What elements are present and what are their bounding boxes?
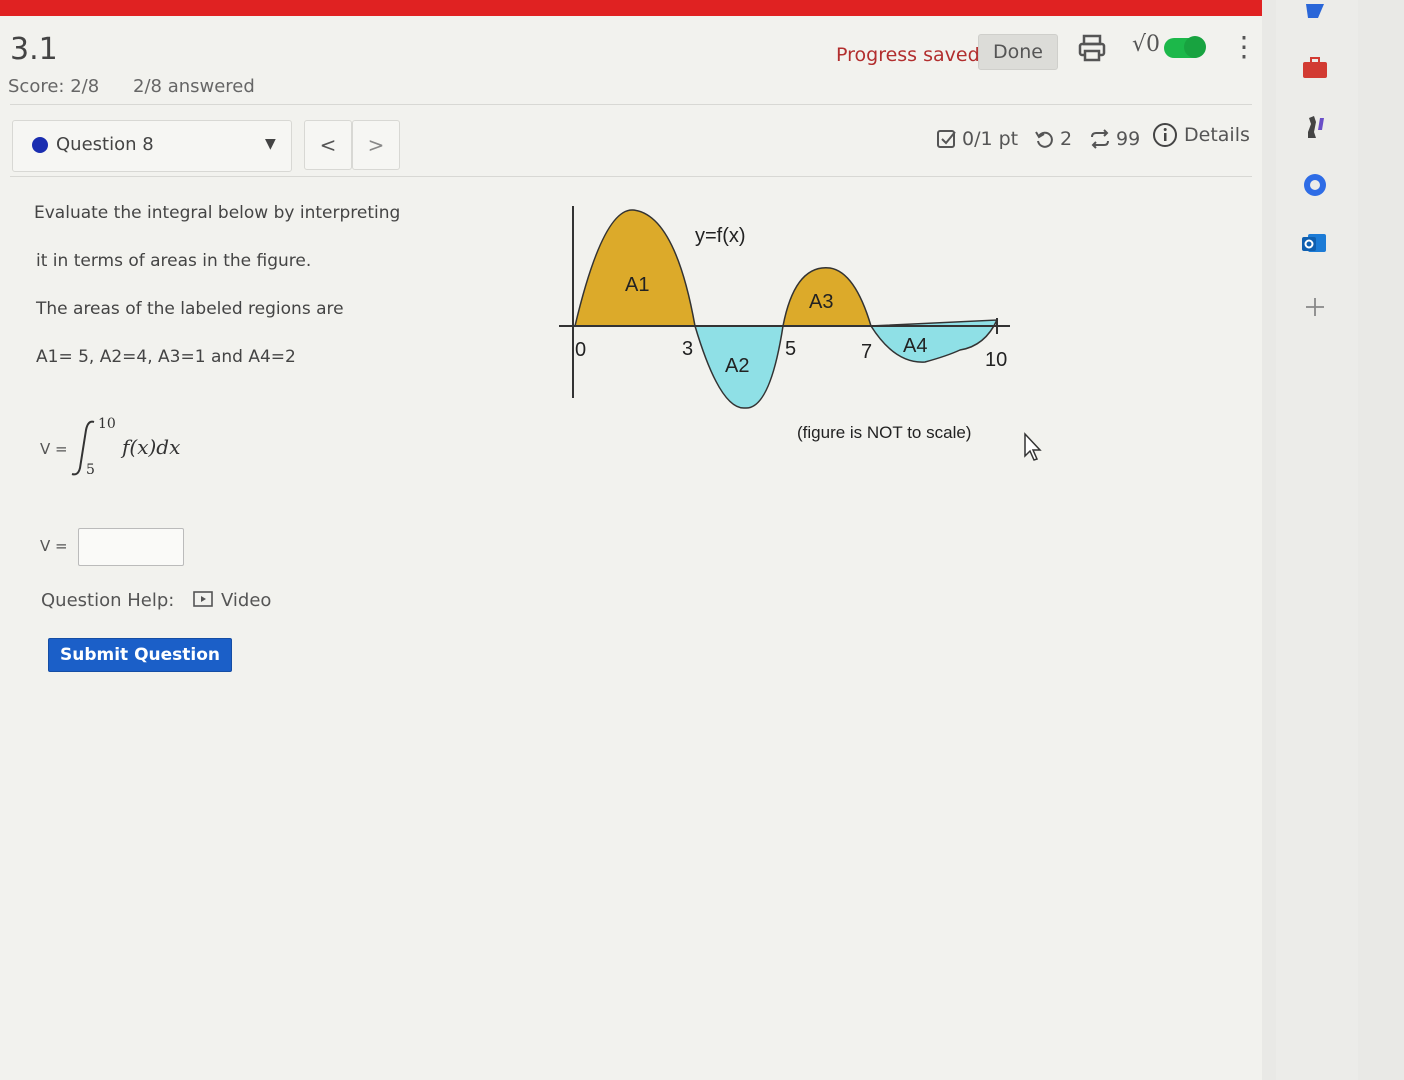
area-figure: y=f(x) A1 A2 A3 A4 0 3 5 7 10 (figure is… bbox=[559, 206, 1010, 442]
answer-label: V = bbox=[40, 537, 68, 555]
region-label-a1: A1 bbox=[625, 274, 649, 296]
info-icon bbox=[1153, 123, 1177, 147]
math-entry-label: √0 bbox=[1132, 32, 1161, 57]
details-label: Details bbox=[1184, 124, 1250, 146]
retries-indicator: 2 bbox=[1034, 128, 1072, 150]
repeat-icon bbox=[1091, 129, 1109, 149]
integrand: f(x)dx bbox=[120, 435, 180, 459]
question-selector-label: Question 8 bbox=[56, 134, 154, 155]
video-icon[interactable] bbox=[193, 591, 213, 607]
next-question-button[interactable]: > bbox=[352, 120, 400, 170]
points-text: 0/1 pt bbox=[962, 128, 1019, 150]
caret-down-icon: ▼ bbox=[265, 136, 276, 152]
copilot-icon[interactable] bbox=[1298, 0, 1332, 34]
x-tick-label: 3 bbox=[682, 338, 693, 360]
answer-input[interactable] bbox=[78, 528, 184, 566]
previous-question-button[interactable]: < bbox=[304, 120, 352, 170]
question-text: Evaluate the integral below by interpret… bbox=[34, 203, 401, 223]
region-label-a3: A3 bbox=[809, 291, 833, 313]
submit-question-button[interactable]: Submit Question bbox=[48, 638, 232, 672]
integral-prefix: V = bbox=[40, 440, 68, 458]
checkbox-icon bbox=[937, 130, 956, 148]
toggle-knob[interactable] bbox=[1184, 36, 1206, 58]
divider bbox=[10, 176, 1252, 177]
retry-icon bbox=[1035, 131, 1053, 148]
region-label-a4: A4 bbox=[903, 335, 927, 357]
x-tick-label: 0 bbox=[575, 339, 586, 361]
toolbox-icon[interactable] bbox=[1298, 52, 1332, 86]
top-accent-bar bbox=[0, 0, 1276, 16]
outlook-icon[interactable] bbox=[1298, 226, 1332, 260]
curve-label: y=f(x) bbox=[695, 225, 746, 247]
video-link[interactable]: Video bbox=[221, 590, 271, 611]
more-options-icon[interactable]: ⋮ bbox=[1230, 30, 1258, 63]
chess-icon[interactable] bbox=[1298, 110, 1332, 144]
attempts-count: 99 bbox=[1116, 128, 1141, 150]
assignment-title: 3.1 bbox=[10, 32, 58, 67]
figure-note: (figure is NOT to scale) bbox=[797, 423, 971, 442]
score-text: Score: 2/8 bbox=[8, 76, 100, 97]
print-icon[interactable] bbox=[1076, 32, 1108, 64]
microsoft-365-icon[interactable] bbox=[1298, 168, 1332, 202]
x-tick-label: 10 bbox=[985, 349, 1007, 371]
details-button[interactable]: Details bbox=[1152, 122, 1250, 148]
done-button[interactable]: Done bbox=[978, 34, 1058, 70]
question-text: The areas of the labeled regions are bbox=[36, 299, 344, 319]
region-label-a2: A2 bbox=[725, 355, 749, 377]
x-tick-label: 7 bbox=[861, 341, 872, 363]
retries-count: 2 bbox=[1060, 128, 1073, 150]
attempts-indicator: 99 bbox=[1088, 128, 1140, 150]
question-status-dot bbox=[32, 137, 48, 153]
question-text: it in terms of areas in the figure. bbox=[36, 251, 312, 271]
question-help-label: Question Help: bbox=[41, 590, 175, 611]
x-tick-label: 5 bbox=[785, 338, 796, 360]
integral-expression: V = 10 5 f(x)dx bbox=[40, 416, 180, 478]
answered-count: 2/8 answered bbox=[133, 76, 255, 97]
sidebar-strip bbox=[1276, 0, 1358, 1080]
progress-status: Progress saved bbox=[836, 44, 980, 66]
divider bbox=[10, 104, 1252, 105]
region-a1-fill bbox=[574, 209, 696, 327]
points-indicator: 0/1 pt bbox=[936, 128, 1018, 150]
integral-upper-bound: 10 bbox=[98, 416, 116, 432]
mouse-cursor-icon bbox=[1024, 432, 1042, 461]
area-values: A1= 5, A2=4, A3=1 and A4=2 bbox=[36, 347, 296, 367]
integral-lower-bound: 5 bbox=[86, 462, 95, 478]
add-icon[interactable] bbox=[1298, 290, 1332, 324]
